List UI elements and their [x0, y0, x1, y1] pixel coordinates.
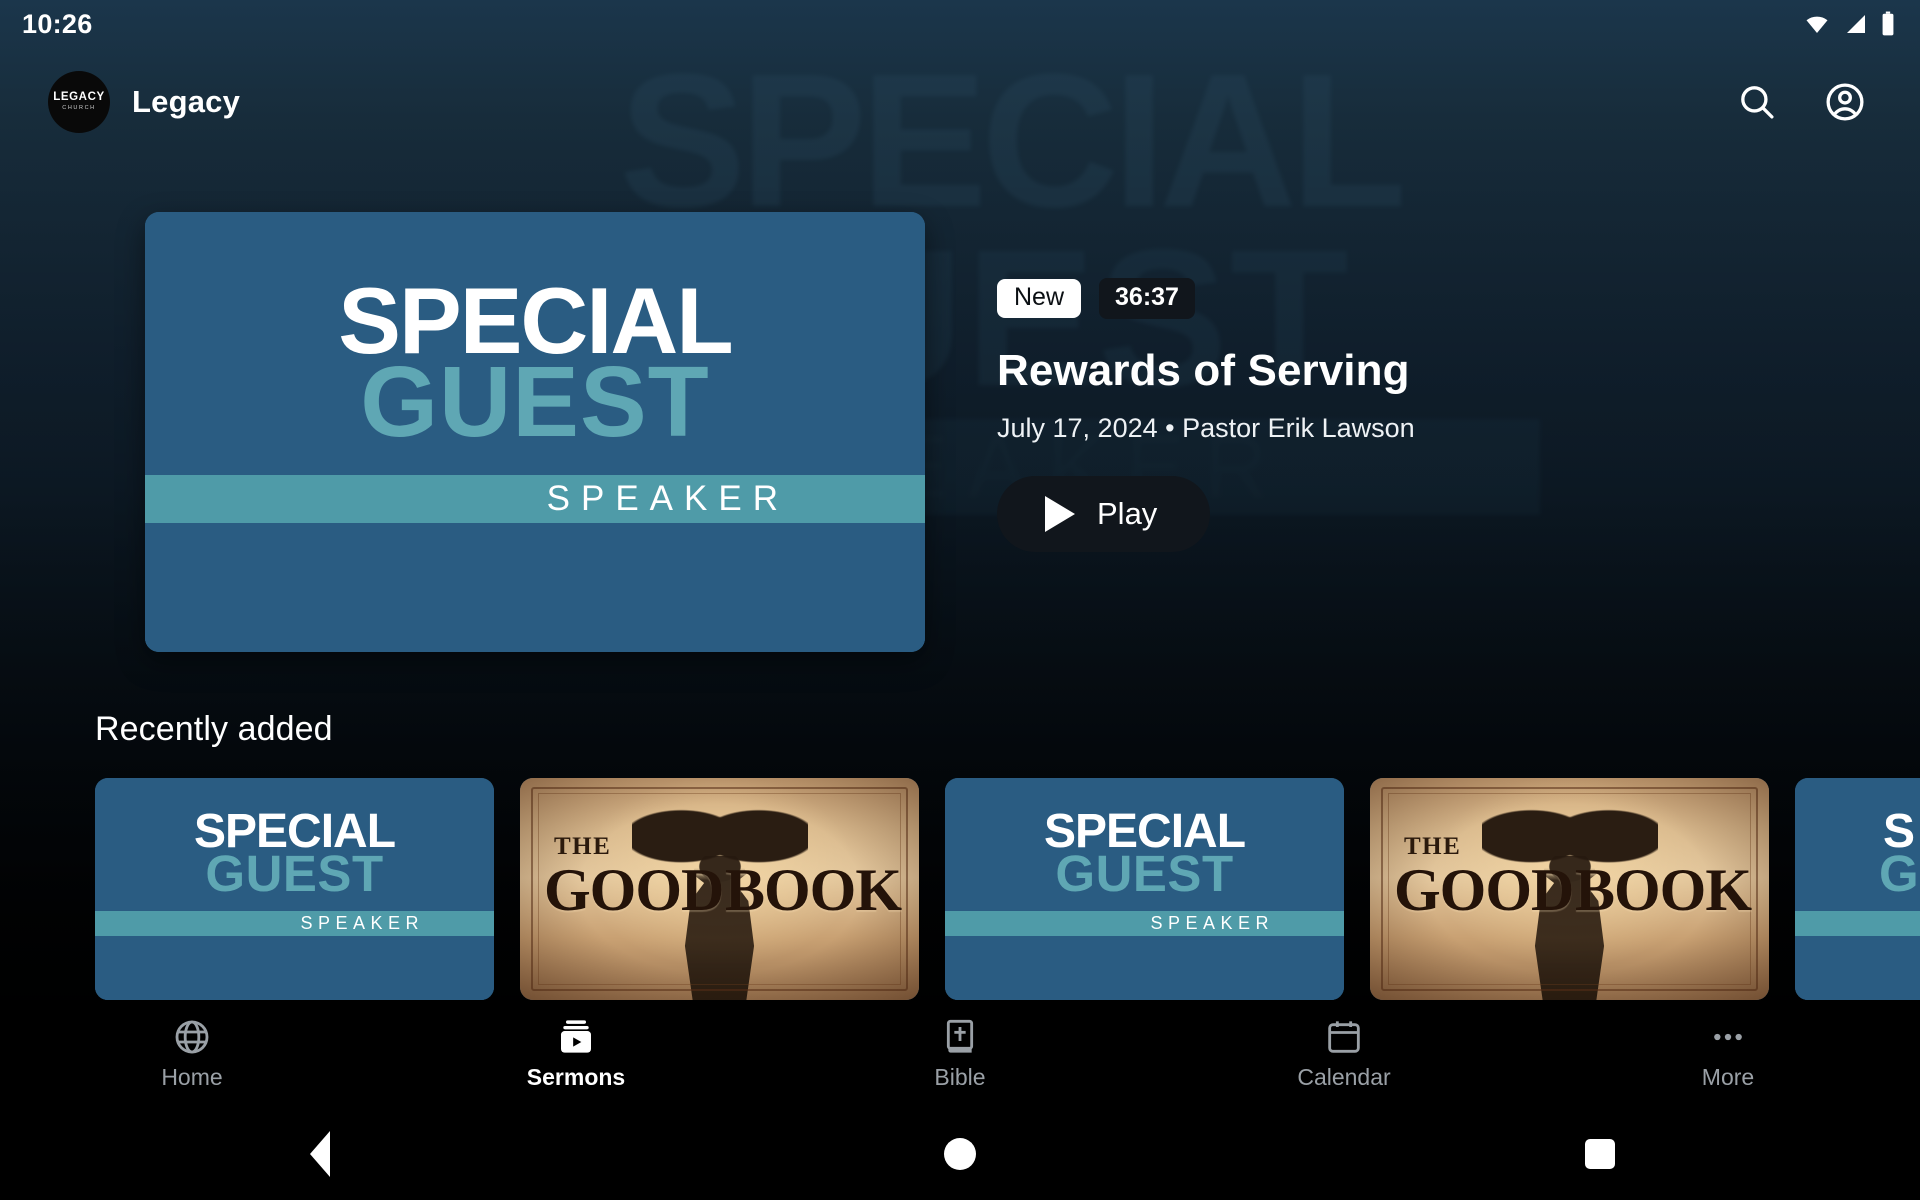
list-item[interactable]: SPECIAL GUEST SPEAKER: [95, 778, 494, 1000]
nav-item-home[interactable]: Home: [0, 1017, 384, 1091]
android-system-nav: [0, 1108, 1920, 1200]
search-button[interactable]: [1730, 75, 1784, 129]
nav-label-bible: Bible: [934, 1064, 986, 1090]
app-title: Legacy: [132, 84, 241, 119]
account-circle-icon: [1826, 83, 1864, 121]
special-guest-speaker-artwork: SPECIAL GUEST SPEAKER: [945, 778, 1344, 1000]
battery-icon: [1882, 11, 1894, 36]
hero-badges: New 36:37: [997, 278, 1757, 319]
nav-item-calendar[interactable]: Calendar: [1152, 1017, 1536, 1091]
card-art-book: BOOK: [1574, 857, 1752, 923]
back-triangle-icon: [310, 1131, 330, 1177]
hero-art-footer: [145, 523, 925, 652]
nav-item-bible[interactable]: Bible: [768, 1017, 1152, 1091]
hero-subtitle: July 17, 2024 • Pastor Erik Lawson: [997, 413, 1415, 443]
system-recents-button[interactable]: [1540, 1124, 1660, 1184]
globe-icon: [175, 1020, 209, 1054]
card-art-guest: GUEST: [1055, 845, 1234, 902]
list-item[interactable]: THE GOOD BOOK: [520, 778, 919, 1000]
legacy-church-logo: LEGACY CHURCH: [48, 71, 110, 133]
logo-secondary-text: CHURCH: [62, 105, 96, 112]
status-bar-clock: 10:26: [22, 8, 93, 39]
app-bar-actions: [1730, 75, 1890, 129]
card-art-guest: G: [1879, 845, 1920, 902]
card-art-good: GOOD: [544, 857, 724, 923]
more-horizontal-icon: [1714, 1033, 1742, 1041]
recently-added-title: Recently added: [95, 710, 333, 748]
system-back-button[interactable]: [260, 1124, 380, 1184]
nav-label-more: More: [1701, 1064, 1755, 1090]
special-guest-speaker-artwork: SPECIAL GUEST SPEAKER: [145, 212, 925, 652]
status-bar: 10:26: [0, 0, 1920, 48]
nav-label-sermons: Sermons: [526, 1064, 626, 1090]
card-art-speaker: SPEAKER: [1150, 913, 1274, 933]
recently-added-section: Recently added SPECIAL GUEST SPEAKER THE…: [0, 710, 1920, 1028]
status-bar-icons: [1802, 11, 1896, 37]
card-art-speaker: SPEAKER: [300, 913, 424, 933]
the-good-book-artwork: THE GOOD BOOK: [1370, 778, 1769, 1000]
card-art-guest: GUEST: [205, 845, 384, 902]
special-guest-speaker-artwork: S G: [1795, 778, 1920, 1000]
hero-metadata: New 36:37 Rewards of Serving July 17, 20…: [997, 278, 1757, 552]
bottom-navigation-bar: Home Sermons Bible Calendar More: [0, 1000, 1920, 1108]
nav-item-sermons[interactable]: Sermons: [384, 1017, 768, 1091]
list-item[interactable]: THE GOOD BOOK: [1370, 778, 1769, 1000]
hero-thumbnail[interactable]: SPECIAL GUEST SPEAKER: [145, 212, 925, 652]
play-button-label: Play: [1097, 496, 1158, 531]
recents-square-icon: [1585, 1139, 1615, 1169]
brand[interactable]: LEGACY CHURCH Legacy: [48, 71, 240, 133]
nav-label-calendar: Calendar: [1297, 1064, 1391, 1090]
hero-title: Rewards of Serving: [997, 346, 1410, 395]
hero-art-speaker: SPEAKER: [546, 479, 789, 518]
list-item[interactable]: S G: [1795, 778, 1920, 1000]
bible-book-icon: [946, 1019, 974, 1053]
home-circle-icon: [944, 1138, 976, 1170]
account-button[interactable]: [1818, 75, 1872, 129]
logo-primary-text: LEGACY: [53, 91, 105, 104]
card-art-book: BOOK: [724, 857, 902, 923]
search-icon: [1741, 86, 1774, 119]
the-good-book-artwork: THE GOOD BOOK: [520, 778, 919, 1000]
new-badge: New: [997, 279, 1082, 318]
play-icon: [1045, 496, 1075, 532]
calendar-icon: [1328, 1021, 1360, 1053]
card-art-good: GOOD: [1394, 857, 1574, 923]
duration-badge: 36:37: [1099, 278, 1195, 319]
system-home-button[interactable]: [900, 1124, 1020, 1184]
video-library-icon: [561, 1020, 591, 1053]
nav-label-home: Home: [161, 1064, 223, 1090]
app-bar: LEGACY CHURCH Legacy: [0, 62, 1920, 142]
hero-section: SPECIAL GUEST SPEAKER New 36:37 Rewards …: [0, 200, 1920, 670]
app-root: SPECIAL GUEST SPEAKER 10:26 LEGACY CHURC…: [0, 0, 1920, 1200]
play-button[interactable]: Play: [997, 476, 1210, 552]
cellular-signal-icon: [1847, 15, 1865, 33]
list-item[interactable]: SPECIAL GUEST SPEAKER: [945, 778, 1344, 1000]
hero-art-guest: GUEST: [360, 346, 710, 458]
special-guest-speaker-artwork: SPECIAL GUEST SPEAKER: [95, 778, 494, 1000]
wifi-icon: [1806, 16, 1828, 33]
nav-item-more[interactable]: More: [1536, 1017, 1920, 1091]
recently-added-carousel[interactable]: SPECIAL GUEST SPEAKER THE GOOD BOOK SPEC…: [0, 778, 1920, 1028]
